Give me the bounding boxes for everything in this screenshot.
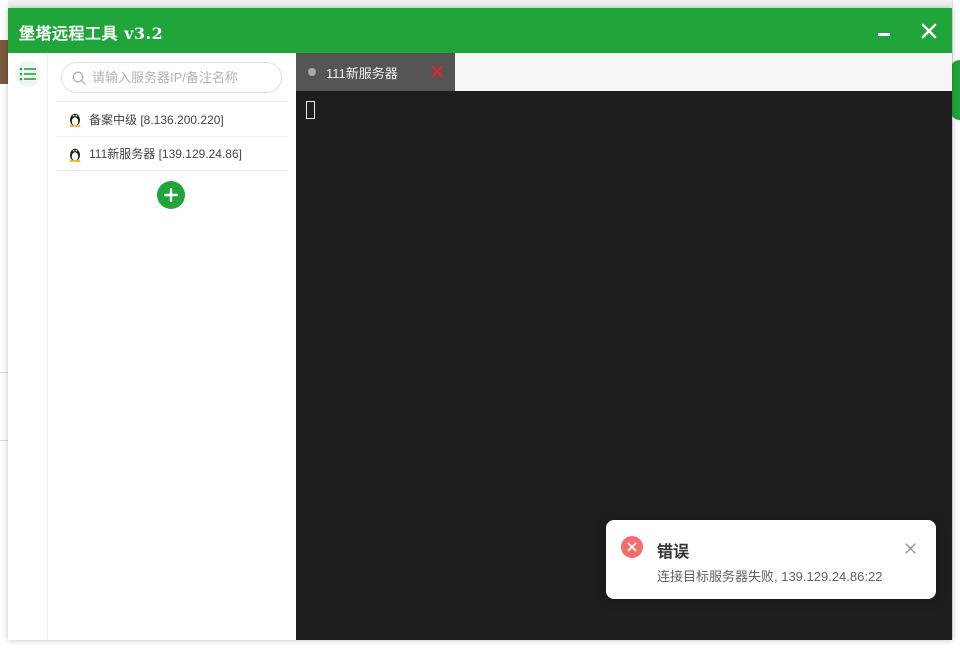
server-item[interactable]: 111新服务器 [139.129.24.86]	[56, 136, 288, 171]
error-notification: 错误 连接目标服务器失败, 139.129.24.86:22	[606, 520, 936, 599]
minimize-button[interactable]	[869, 16, 899, 46]
search-input[interactable]	[92, 64, 277, 91]
background-window-left	[0, 0, 8, 648]
add-server-button[interactable]	[157, 181, 185, 209]
notification-message: 连接目标服务器失败, 139.129.24.86:22	[657, 569, 883, 584]
close-window-button[interactable]	[914, 16, 944, 46]
terminal-tab-bar: 111新服务器	[296, 53, 952, 91]
notification-title: 错误	[657, 544, 690, 561]
background-divider	[0, 372, 8, 373]
search-box	[61, 62, 282, 93]
server-list-menu-button[interactable]	[15, 61, 41, 87]
notification-close-button[interactable]	[905, 541, 916, 559]
background-window-bottom	[0, 640, 960, 648]
background-avatar	[0, 40, 8, 84]
terminal-cursor	[306, 101, 315, 119]
minimize-icon	[878, 32, 890, 36]
server-panel: 备案中级 [8.136.200.220] 111新服务器 [139.129.24…	[48, 53, 296, 640]
title-bar[interactable]: 堡塔远程工具 v3.2	[8, 8, 952, 53]
icon-rail	[8, 53, 48, 640]
server-label: 备案中级 [8.136.200.220]	[89, 112, 224, 127]
tab-label: 111新服务器	[326, 65, 398, 81]
server-item[interactable]: 备案中级 [8.136.200.220]	[56, 101, 288, 136]
connection-status-dot	[308, 68, 316, 76]
list-icon	[19, 67, 36, 81]
server-list: 备案中级 [8.136.200.220] 111新服务器 [139.129.24…	[56, 101, 288, 171]
server-label: 111新服务器 [139.129.24.86]	[89, 147, 242, 161]
close-icon	[921, 23, 937, 39]
tab-server-session[interactable]: 111新服务器	[296, 53, 455, 91]
tab-close-button[interactable]	[431, 65, 444, 81]
error-circle-icon	[621, 536, 643, 558]
close-icon	[905, 543, 916, 554]
background-divider	[0, 440, 8, 441]
plus-icon	[164, 188, 178, 202]
close-icon	[431, 65, 444, 78]
linux-tux-icon	[69, 113, 81, 127]
search-icon	[72, 71, 86, 85]
linux-tux-icon	[69, 148, 81, 162]
window-title: 堡塔远程工具 v3.2	[19, 24, 164, 43]
